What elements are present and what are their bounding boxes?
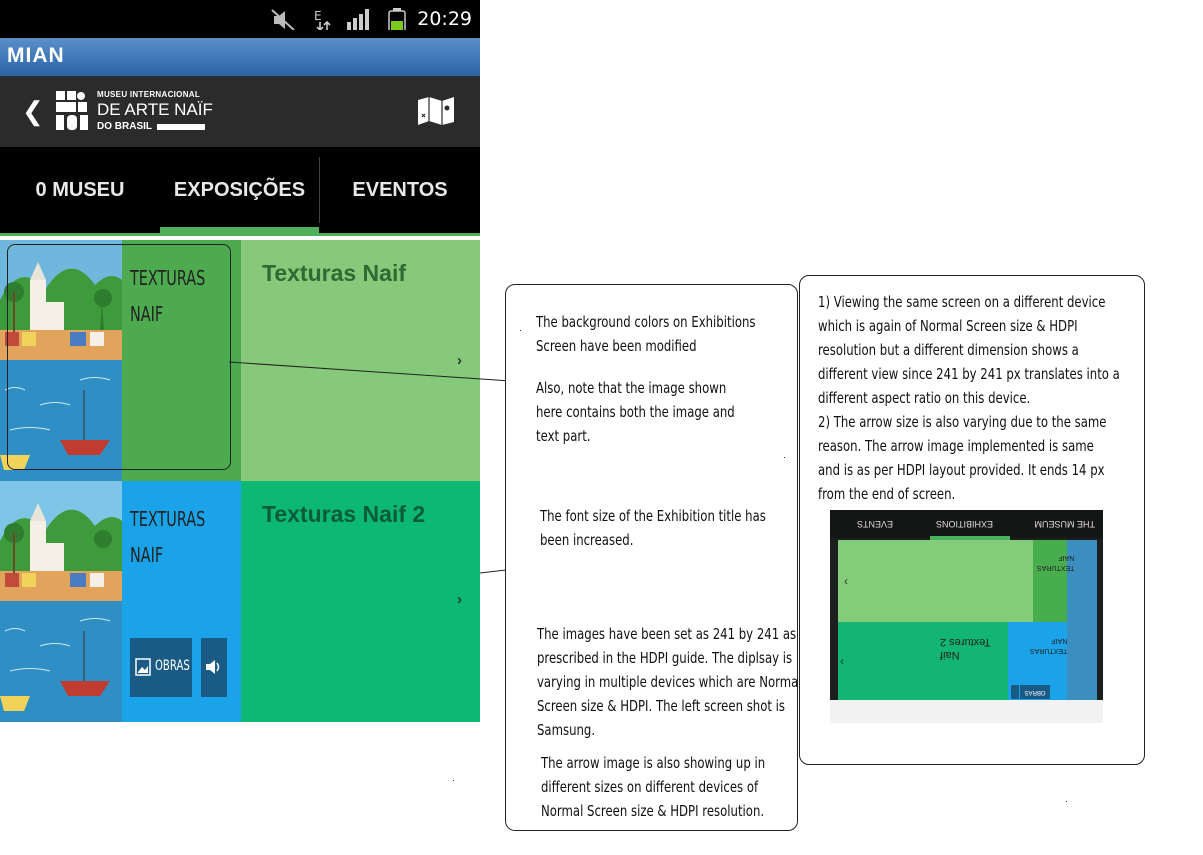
annotation-line: different aspect ratio on this device. <box>818 389 1031 407</box>
annotation-note: 1) Viewing the same screen on a differen… <box>818 290 1120 506</box>
photo-row2-image <box>1067 622 1097 700</box>
photo-row2-title: Naif Textures 2 <box>940 635 991 661</box>
annotation-line: here contains both the image and <box>536 403 735 421</box>
annotation-line: The background colors on Exhibitions <box>536 313 756 331</box>
photo-row1-arrow-icon: ‹ <box>844 574 848 588</box>
annotation-line: 2) The arrow size is also varying due to… <box>818 413 1107 431</box>
annotation-line: prescribed in the HDPI guide. The diplsa… <box>537 649 793 667</box>
photo-tab-museum: THE MUSEUM <box>1034 519 1096 529</box>
speck <box>784 457 785 458</box>
annotation-line: The arrow image is also showing up in <box>541 754 766 772</box>
device-photo: THE MUSEUM EXHIBITIONS EVENTS TEXTURAS N… <box>830 510 1103 723</box>
photo-tabs: THE MUSEUM EXHIBITIONS EVENTS <box>830 510 1103 538</box>
photo-obras-button: OBRAS <box>1020 685 1050 699</box>
annotation-box-middle <box>505 284 798 831</box>
photo-row1-text: TEXTURAS NAIF <box>1037 552 1074 572</box>
annotation-line: varying in multiple devices which are No… <box>537 673 802 691</box>
annotation-line: The font size of the Exhibition title ha… <box>540 507 766 525</box>
photo-text-line: TEXTURAS <box>1030 647 1068 654</box>
annotation-line: 1) Viewing the same screen on a differen… <box>818 293 1106 311</box>
annotation-line: text part. <box>536 427 591 445</box>
speck <box>520 330 521 331</box>
photo-text-line: Textures 2 <box>940 636 991 648</box>
photo-row2-bg <box>838 622 1008 700</box>
annotation-note: The images have been set as 241 by 241 a… <box>537 622 802 742</box>
photo-speaker-button <box>1011 685 1019 699</box>
annotation-line: been increased. <box>540 531 634 549</box>
photo-text-line: NAIF <box>1051 637 1068 644</box>
annotation-line: Screen have been modified <box>536 337 697 355</box>
photo-row2-arrow-icon: ‹ <box>840 654 844 668</box>
photo-text-line: TEXTURAS <box>1037 564 1075 571</box>
speck <box>453 780 454 781</box>
photo-row2-text: TEXTURAS NAIF <box>1030 635 1067 655</box>
annotation-line: which is again of Normal Screen size & H… <box>818 317 1078 335</box>
photo-tab-exhibitions: EXHIBITIONS <box>935 519 993 529</box>
annotation-line: different view since 241 by 241 px trans… <box>818 365 1120 383</box>
annotation-note: The arrow image is also showing up in di… <box>541 751 765 823</box>
photo-text-line: NAIF <box>1058 554 1075 561</box>
photo-tab-events: EVENTS <box>856 519 893 529</box>
photo-text-line: Naif <box>940 649 960 661</box>
annotation-line: Normal Screen size & HDPI resolution. <box>541 802 765 820</box>
annotation-line: Samsung. <box>537 721 596 739</box>
annotation-note: The background colors on Exhibitions Scr… <box>536 310 755 358</box>
annotation-line: and is as per HDPI layout provided. It e… <box>818 461 1105 479</box>
photo-table-surface <box>830 700 1103 723</box>
annotation-line: The images have been set as 241 by 241 a… <box>537 625 797 643</box>
annotation-line: reason. The arrow image implemented is s… <box>818 437 1094 455</box>
annotation-line: from the end of screen. <box>818 485 956 503</box>
annotation-line: Also, note that the image shown <box>536 379 727 397</box>
annotation-line: Screen size & HDPI. The left screen shot… <box>537 697 786 715</box>
photo-row1-bg <box>838 540 1033 622</box>
annotation-line: different sizes on different devices of <box>541 778 759 796</box>
annotation-note: Also, note that the image shown here con… <box>536 376 735 448</box>
speck <box>1066 801 1067 802</box>
annotation-line: resolution but a different dimension sho… <box>818 341 1079 359</box>
annotation-note: The font size of the Exhibition title ha… <box>540 504 766 552</box>
